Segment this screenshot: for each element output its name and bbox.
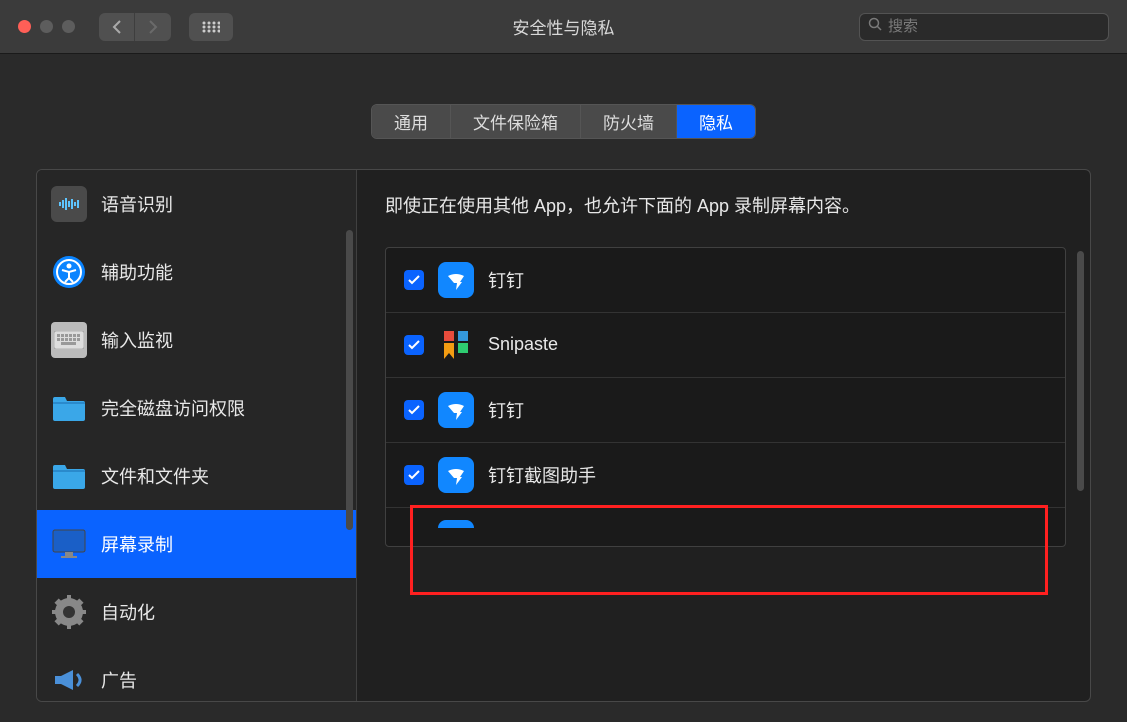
traffic-lights	[18, 20, 75, 33]
sidebar-item-full-disk[interactable]: 完全磁盘访问权限	[37, 374, 356, 442]
minimize-button[interactable]	[40, 20, 53, 33]
sidebar-item-input-monitoring[interactable]: 输入监视	[37, 306, 356, 374]
sidebar-item-screen-recording[interactable]: 屏幕录制	[37, 510, 356, 578]
display-icon	[51, 526, 87, 562]
app-item[interactable]: 钉钉	[386, 378, 1065, 443]
close-button[interactable]	[18, 20, 31, 33]
tab-general[interactable]: 通用	[372, 105, 451, 138]
dingtalk-icon	[438, 392, 474, 428]
dingtalk-icon	[438, 457, 474, 493]
app-list: 钉钉	[385, 247, 1066, 547]
folder-icon	[51, 458, 87, 494]
show-all-button[interactable]	[189, 13, 233, 41]
tabs-row: 通用 文件保险箱 防火墙 隐私	[0, 54, 1127, 169]
search-box[interactable]	[859, 13, 1109, 41]
preferences-window: 安全性与隐私 通用 文件保险箱 防火墙 隐私	[0, 0, 1127, 722]
app-name: Snipaste	[488, 334, 558, 355]
forward-button[interactable]	[135, 13, 171, 41]
sidebar: 语音识别 辅助功能 输入监视	[37, 170, 357, 701]
voice-icon	[51, 186, 87, 222]
checkbox[interactable]	[404, 270, 424, 290]
dingtalk-icon	[438, 520, 474, 528]
sidebar-item-files-folders[interactable]: 文件和文件夹	[37, 442, 356, 510]
checkbox[interactable]	[404, 465, 424, 485]
app-name: 钉钉截图助手	[488, 462, 596, 488]
sidebar-item-ads[interactable]: 广告	[37, 646, 356, 701]
gear-icon	[51, 594, 87, 630]
titlebar: 安全性与隐私	[0, 0, 1127, 54]
sidebar-item-accessibility[interactable]: 辅助功能	[37, 238, 356, 306]
main-panel: 即使正在使用其他 App，也允许下面的 App 录制屏幕内容。 钉钉	[357, 170, 1090, 701]
dingtalk-icon	[438, 262, 474, 298]
sidebar-item-automation[interactable]: 自动化	[37, 578, 356, 646]
snipaste-icon	[438, 327, 474, 363]
sidebar-item-label: 完全磁盘访问权限	[101, 395, 245, 421]
sidebar-item-label: 文件和文件夹	[101, 463, 209, 489]
sidebar-item-label: 自动化	[101, 599, 155, 625]
sidebar-item-label: 屏幕录制	[101, 531, 173, 557]
tab-filevault[interactable]: 文件保险箱	[451, 105, 581, 138]
sidebar-item-voice[interactable]: 语音识别	[37, 170, 356, 238]
description-text: 即使正在使用其他 App，也允许下面的 App 录制屏幕内容。	[385, 192, 1066, 221]
content-area: 语音识别 辅助功能 输入监视	[0, 169, 1127, 722]
app-item[interactable]: 钉钉截图助手	[386, 443, 1065, 508]
search-input[interactable]	[888, 18, 1100, 35]
checkbox[interactable]	[404, 400, 424, 420]
app-list-scrollbar[interactable]	[1077, 251, 1084, 491]
sidebar-scrollbar[interactable]	[346, 230, 353, 530]
app-item-peek[interactable]	[386, 508, 1065, 534]
sidebar-item-label: 广告	[101, 667, 137, 693]
back-button[interactable]	[99, 13, 135, 41]
folder-icon	[51, 390, 87, 426]
tab-privacy[interactable]: 隐私	[677, 105, 755, 138]
app-list-wrapper: 钉钉	[385, 247, 1066, 681]
nav-buttons	[99, 13, 171, 41]
app-item[interactable]: 钉钉	[386, 248, 1065, 313]
tabs: 通用 文件保险箱 防火墙 隐私	[371, 104, 756, 139]
checkbox[interactable]	[404, 335, 424, 355]
maximize-button[interactable]	[62, 20, 75, 33]
megaphone-icon	[51, 662, 87, 698]
app-name: 钉钉	[488, 397, 524, 423]
keyboard-icon	[51, 322, 87, 358]
search-icon	[868, 17, 882, 36]
sidebar-item-label: 辅助功能	[101, 259, 173, 285]
sidebar-item-label: 语音识别	[101, 191, 173, 217]
tab-firewall[interactable]: 防火墙	[581, 105, 677, 138]
window-title: 安全性与隐私	[513, 14, 615, 39]
accessibility-icon	[51, 254, 87, 290]
content-box: 语音识别 辅助功能 输入监视	[36, 169, 1091, 702]
sidebar-item-label: 输入监视	[101, 327, 173, 353]
app-item[interactable]: Snipaste	[386, 313, 1065, 378]
app-name: 钉钉	[488, 267, 524, 293]
